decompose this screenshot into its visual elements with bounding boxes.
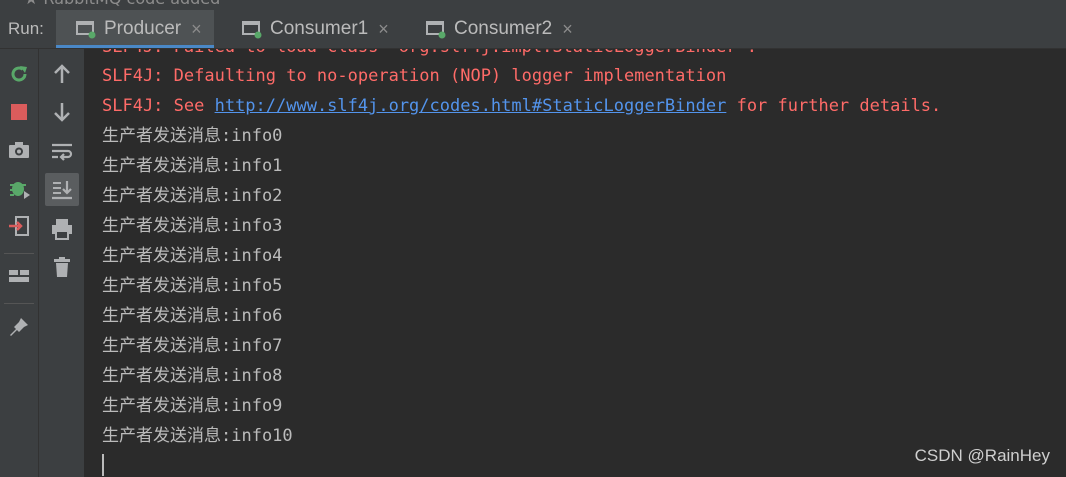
scroll-to-end-toggle[interactable] [45, 173, 79, 206]
console-output-line: 生产者发送消息:info4 [102, 246, 283, 266]
console-output-line: 生产者发送消息:info5 [102, 276, 283, 296]
layout-icon[interactable] [7, 264, 31, 288]
tab-consumer1[interactable]: Consumer1 × [222, 10, 392, 48]
run-actions-toolbar [0, 49, 39, 477]
run-label: Run: [8, 19, 44, 38]
error-text: SLF4J: See [102, 96, 215, 116]
console-output-line: 生产者发送消息:info8 [102, 366, 283, 386]
scroll-up-icon[interactable] [50, 62, 74, 86]
close-icon[interactable]: × [562, 19, 573, 40]
tab-producer[interactable]: Producer × [56, 10, 214, 48]
stop-icon[interactable] [7, 100, 31, 124]
console-output-line: 生产者发送消息:info10 [102, 426, 293, 446]
run-config-icon [76, 19, 96, 39]
tab-label: Consumer2 [454, 18, 553, 39]
console-error-line: SLF4J: See http://www.slf4j.org/codes.ht… [102, 91, 941, 121]
text-caret [102, 454, 104, 476]
scroll-down-icon[interactable] [50, 100, 74, 124]
login-icon[interactable] [7, 214, 31, 238]
tab-consumer2[interactable]: Consumer2 × [406, 10, 584, 48]
tab-label: Consumer1 [270, 18, 369, 39]
console-toolbar [39, 49, 84, 477]
watermark: CSDN @RainHey [914, 446, 1050, 465]
run-config-icon [242, 19, 262, 39]
clipped-title: ★ RabbitMQ code added [24, 0, 220, 8]
console-output[interactable]: SLF4J: Failed to load class "org.slf4j.i… [84, 49, 1066, 477]
console-output-line: 生产者发送消息:info9 [102, 396, 283, 416]
run-config-icon [426, 19, 446, 39]
rerun-icon[interactable] [7, 62, 31, 86]
close-icon[interactable]: × [191, 19, 202, 40]
soft-wrap-icon[interactable] [50, 139, 74, 163]
print-icon[interactable] [50, 217, 74, 241]
camera-icon[interactable] [7, 138, 31, 162]
toolbar-divider [4, 253, 34, 254]
run-tool-window-header: Run: Producer × Consumer1 × Consumer2 × [0, 10, 1066, 49]
slf4j-link[interactable]: http://www.slf4j.org/codes.html#StaticLo… [215, 96, 727, 116]
title-strip: ★ RabbitMQ code added [0, 0, 1066, 10]
console-output-line: 生产者发送消息:info2 [102, 186, 283, 206]
close-icon[interactable]: × [378, 19, 389, 40]
console-output-line: 生产者发送消息:info0 [102, 126, 283, 146]
toolbar-divider [4, 303, 34, 304]
tab-label: Producer [104, 18, 182, 39]
console-output-line: 生产者发送消息:info6 [102, 306, 283, 326]
console-output-line: 生产者发送消息:info1 [102, 156, 283, 176]
debug-icon[interactable] [7, 176, 31, 200]
console-output-line: 生产者发送消息:info7 [102, 336, 283, 356]
console-error-line: SLF4J: Defaulting to no-operation (NOP) … [102, 66, 727, 86]
pin-icon[interactable] [7, 315, 31, 339]
console-output-line: 生产者发送消息:info3 [102, 216, 283, 236]
trash-icon[interactable] [50, 255, 74, 279]
scroll-to-end-icon [50, 178, 74, 202]
error-text: for further details. [726, 96, 942, 116]
